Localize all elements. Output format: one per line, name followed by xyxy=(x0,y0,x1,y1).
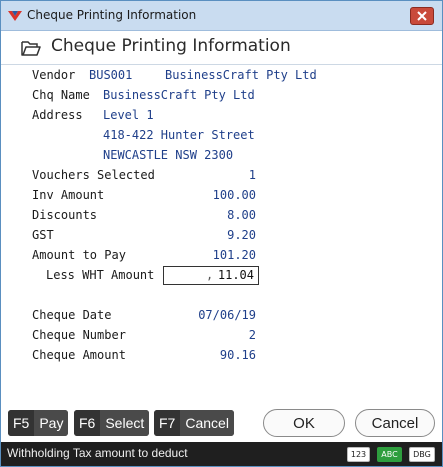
ok-button[interactable]: OK xyxy=(263,409,345,437)
chq-name-label: Chq Name xyxy=(32,88,90,102)
wht-input-marker: , xyxy=(206,268,214,282)
cheque-number-value: 2 xyxy=(248,328,256,342)
numeric-mode-badge: 123 xyxy=(347,447,370,462)
vendor-code: BUS001 xyxy=(89,68,133,82)
cheque-number-label: Cheque Number xyxy=(32,328,126,342)
f7-cancel-button[interactable]: F7 Cancel xyxy=(154,410,234,436)
dialog-header: Cheque Printing Information xyxy=(1,31,442,65)
vendor-label: Vendor xyxy=(32,68,76,82)
wht-amount-value: 11.04 xyxy=(217,268,254,282)
vendor-name: BusinessCraft Pty Ltd xyxy=(165,68,317,82)
f6-key-label: F6 xyxy=(74,410,101,436)
f6-action-label: Select xyxy=(100,410,150,436)
folder-open-icon xyxy=(21,41,41,56)
inv-amount-value: 100.00 xyxy=(212,188,256,202)
f5-pay-button[interactable]: F5 Pay xyxy=(8,410,69,436)
status-bar: Withholding Tax amount to deduct 123 ABC… xyxy=(1,442,442,466)
cheque-date-label: Cheque Date xyxy=(32,308,112,322)
dialog-window: Cheque Printing Information Cheque Print… xyxy=(0,0,443,467)
discounts-label: Discounts xyxy=(32,208,98,222)
f5-action-label: Pay xyxy=(34,410,69,436)
page-title: Cheque Printing Information xyxy=(51,36,291,56)
wht-amount-input[interactable]: , 11.04 xyxy=(163,266,259,285)
amount-to-pay-value: 101.20 xyxy=(212,248,256,262)
app-logo-icon xyxy=(8,11,22,21)
window-title: Cheque Printing Information xyxy=(27,8,197,22)
f7-action-label: Cancel xyxy=(180,410,234,436)
gst-label: GST xyxy=(32,228,54,242)
address-label: Address xyxy=(32,108,83,122)
debug-mode-badge: DBG xyxy=(409,447,435,462)
chq-name-value: BusinessCraft Pty Ltd xyxy=(103,88,255,102)
less-wht-label: Less WHT Amount xyxy=(46,268,155,282)
f6-select-button[interactable]: F6 Select xyxy=(74,410,150,436)
cheque-amount-value: 90.16 xyxy=(219,348,256,362)
cheque-date-value: 07/06/19 xyxy=(198,308,256,322)
close-icon xyxy=(417,11,427,21)
cheque-amount-label: Cheque Amount xyxy=(32,348,126,362)
address-line-1: Level 1 xyxy=(103,108,154,122)
close-button[interactable] xyxy=(410,7,434,25)
f7-key-label: F7 xyxy=(154,410,181,436)
inv-amount-label: Inv Amount xyxy=(32,188,105,202)
cancel-button[interactable]: Cancel xyxy=(355,409,435,437)
address-line-3: NEWCASTLE NSW 2300 xyxy=(103,148,234,162)
address-line-2: 418-422 Hunter Street xyxy=(103,128,255,142)
vouchers-selected-value: 1 xyxy=(248,168,256,182)
gst-value: 9.20 xyxy=(227,228,256,242)
title-bar[interactable]: Cheque Printing Information xyxy=(1,1,442,31)
discounts-value: 8.00 xyxy=(227,208,256,222)
alpha-mode-badge: ABC xyxy=(377,447,402,462)
amount-to-pay-label: Amount to Pay xyxy=(32,248,126,262)
f5-key-label: F5 xyxy=(8,410,35,436)
status-message: Withholding Tax amount to deduct xyxy=(7,446,188,460)
vouchers-selected-label: Vouchers Selected xyxy=(32,168,155,182)
